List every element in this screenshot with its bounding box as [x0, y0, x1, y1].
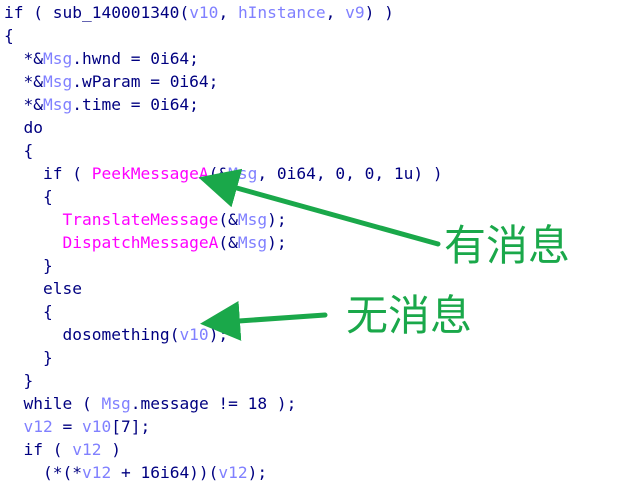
arrow-to-peekmessage [198, 168, 441, 247]
no-message-label: 无消息 [346, 291, 473, 340]
has-message-label: 有消息 [444, 221, 571, 270]
code-viewer: if ( sub_140001340(v10, hInstance, v9) )… [0, 0, 618, 490]
arrow-to-dosomething [200, 300, 328, 341]
